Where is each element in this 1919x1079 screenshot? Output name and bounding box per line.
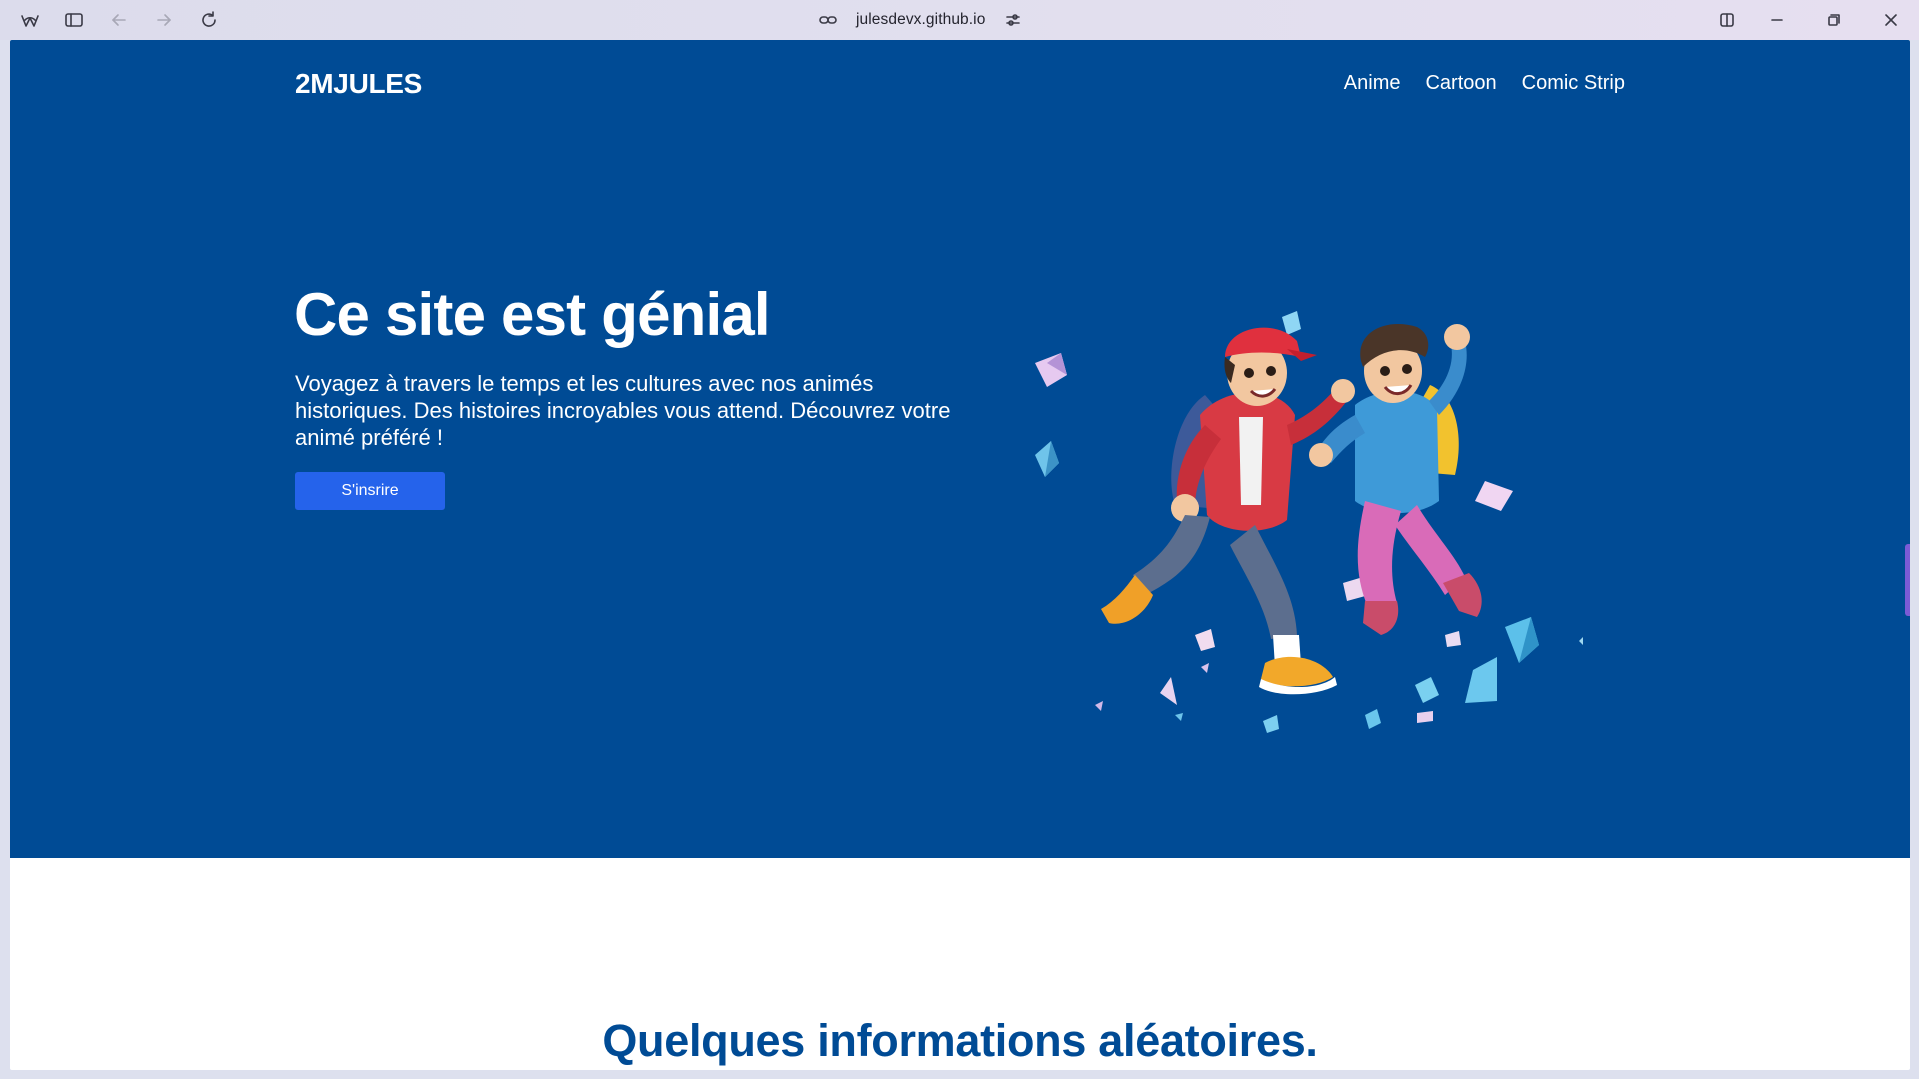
nav-link-cartoon[interactable]: Cartoon: [1425, 72, 1496, 95]
page-viewport: 2MJULES Anime Cartoon Comic Strip Ce sit…: [10, 40, 1910, 1070]
nav-link-anime[interactable]: Anime: [1344, 72, 1401, 95]
forward-arrow-icon[interactable]: [152, 8, 176, 32]
main-nav: Anime Cartoon Comic Strip: [1344, 72, 1625, 95]
site-logo[interactable]: 2MJULES: [295, 68, 422, 100]
browser-toolbar: julesdevx.github.io: [0, 0, 1919, 40]
site-settings-icon[interactable]: [1001, 8, 1025, 32]
minimize-icon[interactable]: [1765, 8, 1789, 32]
nav-link-comic-strip[interactable]: Comic Strip: [1522, 72, 1625, 95]
sidebar-toggle-icon[interactable]: [62, 8, 86, 32]
close-icon[interactable]: [1879, 8, 1903, 32]
scrollbar-thumb[interactable]: [1905, 544, 1910, 616]
hero-description: Voyagez à travers le temps et les cultur…: [295, 371, 951, 450]
signup-button[interactable]: S'insrire: [295, 472, 445, 510]
url-text[interactable]: julesdevx.github.io: [856, 11, 985, 29]
hero-illustration: [1035, 311, 1583, 733]
character-left: [1101, 327, 1355, 695]
section-title: Quelques informations aléatoires.: [602, 1015, 1318, 1066]
back-arrow-icon[interactable]: [107, 8, 131, 32]
link-icon: [816, 8, 840, 32]
split-view-icon[interactable]: [1715, 8, 1739, 32]
address-bar[interactable]: julesdevx.github.io: [816, 8, 1025, 32]
hero-section: 2MJULES Anime Cartoon Comic Strip Ce sit…: [10, 40, 1910, 858]
character-right: [1309, 324, 1482, 635]
restore-icon[interactable]: [1822, 8, 1846, 32]
hero-title: Ce site est génial: [294, 281, 771, 348]
reload-icon[interactable]: [197, 8, 221, 32]
browser-logo-icon[interactable]: [18, 8, 42, 32]
